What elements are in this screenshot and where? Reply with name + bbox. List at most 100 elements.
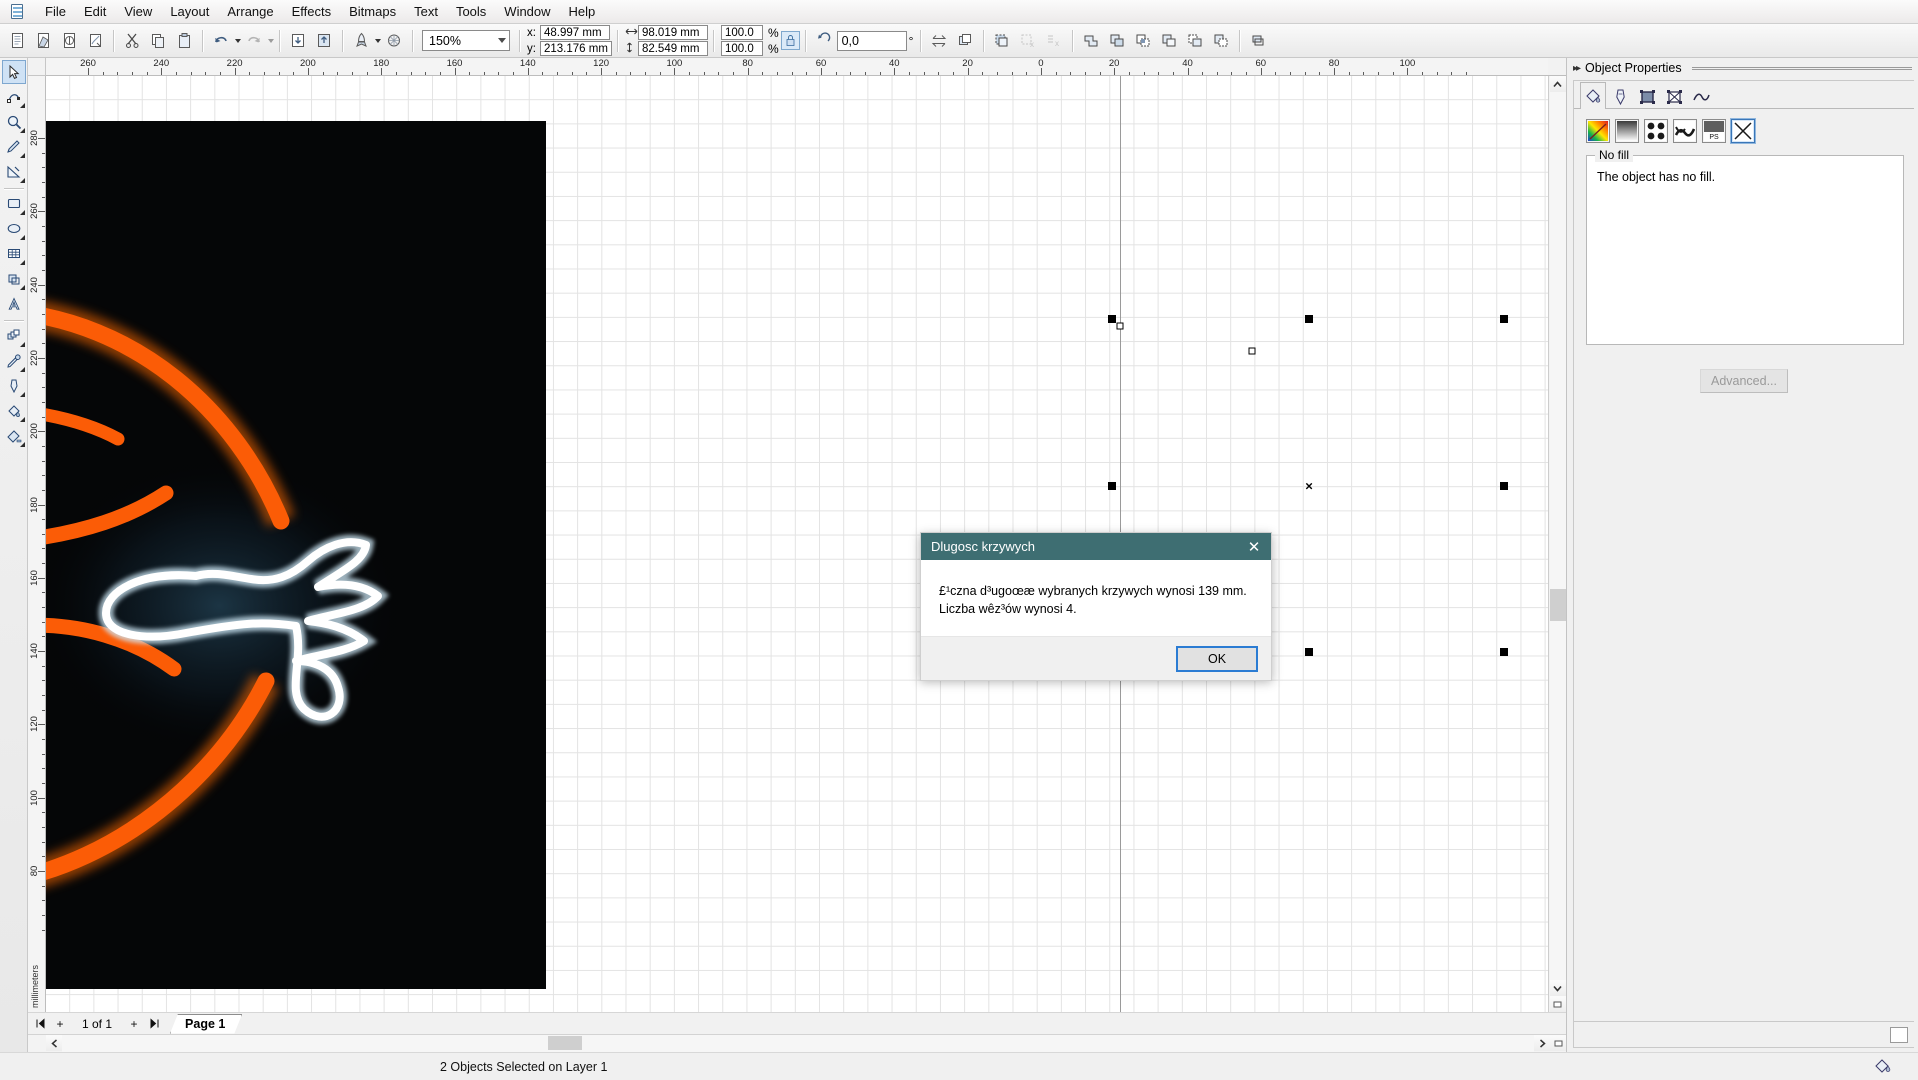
simplify-icon[interactable] (1156, 28, 1182, 54)
zoom-tool[interactable] (2, 110, 26, 134)
rectangle-tool[interactable] (2, 192, 26, 216)
vertical-scroll-track[interactable] (1549, 92, 1566, 980)
first-page-icon[interactable] (30, 1015, 50, 1033)
shape-tool[interactable] (2, 85, 26, 109)
menu-item-layout[interactable]: Layout (161, 1, 218, 22)
menu-item-edit[interactable]: Edit (75, 1, 115, 22)
position-x-input[interactable]: 48.997 mm (540, 25, 610, 40)
corel-online-icon[interactable] (381, 28, 407, 54)
detail-tab[interactable] (1661, 84, 1687, 108)
menu-item-effects[interactable]: Effects (283, 1, 341, 22)
scale-vertical-input[interactable]: 100.0 (720, 41, 763, 56)
uniform-fill-icon[interactable] (1586, 119, 1610, 143)
scale-horizontal-input[interactable]: 100.0 (720, 25, 763, 40)
close-icon[interactable]: ✕ (1237, 533, 1271, 560)
scroll-left-button[interactable] (46, 1035, 62, 1051)
print-icon[interactable] (82, 28, 108, 54)
pattern-fill-icon[interactable] (1644, 119, 1668, 143)
docker-apply-button[interactable] (1890, 1026, 1908, 1043)
to-front-icon[interactable] (989, 28, 1015, 54)
position-y-input[interactable]: 213.176 mm (540, 41, 612, 56)
vertical-scrollbar[interactable] (1548, 76, 1566, 1012)
text-tool[interactable] (2, 292, 26, 316)
scroll-down-button[interactable] (1549, 980, 1566, 996)
collapse-docker-icon[interactable]: ▸▸ (1573, 63, 1581, 74)
scroll-corner-button[interactable] (1549, 996, 1566, 1012)
smart-drawing-tool[interactable] (2, 160, 26, 184)
horizontal-scroll-corner[interactable] (1550, 1035, 1566, 1051)
zoom-level-combo[interactable]: 150% (422, 30, 510, 51)
front-minus-back-icon[interactable] (1182, 28, 1208, 54)
scroll-up-button[interactable] (1549, 76, 1566, 92)
selection-handle-middle-left[interactable] (1108, 482, 1116, 490)
weld-icon[interactable] (1078, 28, 1104, 54)
new-document-icon[interactable] (4, 28, 30, 54)
horizontal-scroll-thumb[interactable] (547, 1036, 582, 1050)
menu-item-view[interactable]: View (115, 1, 161, 22)
mirror-horizontal-icon[interactable] (926, 28, 952, 54)
texture-fill-icon[interactable] (1673, 119, 1697, 143)
curve-tab[interactable] (1688, 84, 1714, 108)
add-page-after-button[interactable]: + (124, 1015, 144, 1033)
save-document-icon[interactable] (56, 28, 82, 54)
bitmap-photo-object[interactable] (46, 121, 546, 989)
cut-icon[interactable] (119, 28, 145, 54)
redo-icon[interactable] (241, 28, 267, 54)
paste-icon[interactable] (171, 28, 197, 54)
ruler-origin-corner[interactable] (28, 58, 46, 76)
menu-item-help[interactable]: Help (560, 1, 605, 22)
text-wrap-off-icon[interactable]: x (1041, 28, 1067, 54)
horizontal-ruler[interactable]: 260 240 220 200 180 160 140 120 100 80 60 40 20 0 20 40… (46, 58, 1548, 76)
menu-item-window[interactable]: Window (495, 1, 559, 22)
interactive-blend-tool[interactable] (2, 324, 26, 348)
ellipse-tool[interactable] (2, 217, 26, 241)
intersect-icon[interactable] (1130, 28, 1156, 54)
interactive-fill-tool[interactable] (2, 424, 26, 448)
rotation-angle-input[interactable]: 0,0 (836, 30, 907, 51)
copy-icon[interactable] (145, 28, 171, 54)
convert-to-curves-icon[interactable]: x (1015, 28, 1041, 54)
application-launcher-icon[interactable] (348, 28, 374, 54)
eyedropper-tool[interactable] (2, 349, 26, 373)
advanced-button[interactable]: Advanced... (1699, 369, 1788, 393)
curve-node-marker[interactable] (1116, 322, 1124, 330)
redo-dropdown-icon[interactable] (268, 38, 274, 43)
general-tab[interactable] (1634, 84, 1660, 108)
open-document-icon[interactable] (30, 28, 56, 54)
curve-node-marker[interactable] (1248, 347, 1256, 355)
vertical-ruler[interactable]: millimeters 280 260 240 220 200 180 160 140 120 1… (28, 76, 46, 1012)
height-input[interactable]: 82.549 mm (637, 41, 708, 56)
menu-item-bitmaps[interactable]: Bitmaps (340, 1, 405, 22)
mirror-vertical-icon[interactable] (952, 28, 978, 54)
lock-ratio-icon[interactable] (780, 31, 800, 50)
selection-handle-top-center[interactable] (1305, 315, 1313, 323)
selection-handle-top-right[interactable] (1500, 315, 1508, 323)
outline-tool[interactable] (2, 374, 26, 398)
export-icon[interactable] (311, 28, 337, 54)
selection-handle-bottom-right[interactable] (1500, 648, 1508, 656)
boundary-icon[interactable] (1245, 28, 1271, 54)
undo-icon[interactable] (208, 28, 234, 54)
menu-item-arrange[interactable]: Arrange (218, 1, 282, 22)
fill-tool[interactable] (2, 399, 26, 423)
selected-curve-object[interactable] (46, 76, 346, 226)
import-icon[interactable] (285, 28, 311, 54)
fill-tab[interactable] (1580, 82, 1606, 109)
menu-item-tools[interactable]: Tools (447, 1, 495, 22)
horizontal-scrollbar[interactable] (28, 1034, 1566, 1052)
vertical-scroll-thumb[interactable] (1549, 589, 1566, 622)
drawing-canvas[interactable]: × Dlugosc krzywych ✕ £¹czna d³ugoœæ wybr… (46, 76, 1548, 1012)
trim-icon[interactable] (1104, 28, 1130, 54)
fill-color-indicator-icon[interactable] (1872, 1055, 1894, 1078)
width-input[interactable]: 98.019 mm (637, 25, 708, 40)
outline-tab[interactable] (1607, 84, 1633, 108)
selection-handle-middle-right[interactable] (1500, 482, 1508, 490)
scroll-right-button[interactable] (1534, 1035, 1550, 1051)
menu-item-text[interactable]: Text (405, 1, 447, 22)
add-page-before-button[interactable]: + (50, 1015, 70, 1033)
page-tab-page-1[interactable]: Page 1 (170, 1014, 242, 1034)
fountain-fill-icon[interactable] (1615, 119, 1639, 143)
dialog-title-bar[interactable]: Dlugosc krzywych ✕ (921, 533, 1271, 560)
selection-handle-top-left[interactable] (1108, 315, 1116, 323)
back-minus-front-icon[interactable] (1208, 28, 1234, 54)
